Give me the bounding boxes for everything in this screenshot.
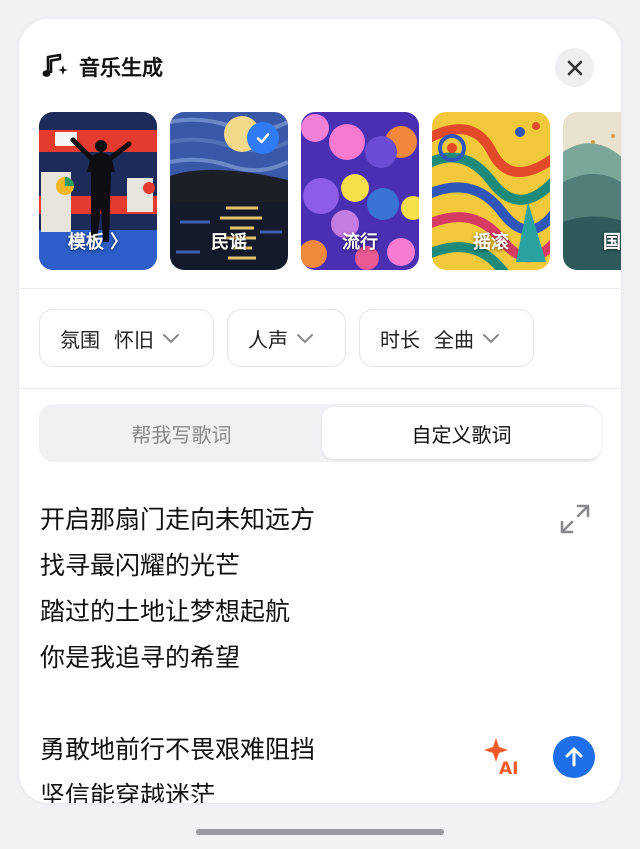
style-label: 流行 (342, 232, 378, 253)
lyric-line: 坚信能穿越迷茫 (40, 781, 216, 803)
page-title: 音乐生成 (79, 56, 163, 80)
style-tile-chinese[interactable]: 国 (563, 112, 621, 270)
style-tile-rock[interactable]: 摇滚 (432, 112, 550, 270)
filter-label: 氛围 (60, 327, 100, 352)
music-generation-panel: 音乐生成 模板 〉 民谣 流行 摇滚 国 氛围 怀旧 人声 时长 全曲 帮我写歌… (19, 19, 621, 803)
filter-label: 人声 (248, 327, 288, 352)
filter-value: 怀旧 (114, 327, 154, 352)
style-label: 民谣 (211, 232, 247, 253)
mood-filter[interactable]: 氛围 怀旧 (39, 309, 214, 367)
music-note-sparkle-icon (42, 53, 68, 77)
lyric-line: 开启那扇门走向未知远方 (40, 505, 316, 534)
lyric-line: 你是我追寻的希望 (40, 643, 241, 672)
tab-help-write-lyrics[interactable]: 帮我写歌词 (42, 407, 321, 459)
style-carousel: 模板 〉 民谣 流行 摇滚 国 (39, 112, 621, 270)
tab-custom-lyrics[interactable]: 自定义歌词 (322, 407, 601, 459)
panel-header: 音乐生成 (19, 19, 621, 111)
divider (19, 288, 621, 289)
style-tile-folk[interactable]: 民谣 (170, 112, 288, 270)
style-label: 模板 〉 (67, 232, 129, 253)
chevron-down-icon (297, 334, 313, 344)
close-button[interactable] (555, 48, 594, 87)
lyrics-mode-tabs: 帮我写歌词 自定义歌词 (39, 404, 601, 462)
expand-icon[interactable] (558, 502, 592, 536)
style-tile-template[interactable]: 模板 〉 (39, 112, 157, 270)
lyric-line: 勇敢地前行不畏艰难阻挡 (40, 735, 316, 764)
close-icon (567, 60, 582, 75)
style-label: 摇滚 (473, 232, 509, 253)
lyric-line: 找寻最闪耀的光芒 (40, 551, 241, 580)
vocal-filter[interactable]: 人声 (227, 309, 346, 367)
style-tile-pop[interactable]: 流行 (301, 112, 419, 270)
chevron-down-icon (483, 334, 499, 344)
lyrics-editor[interactable]: 开启那扇门走向未知远方 找寻最闪耀的光芒 踏过的土地让梦想起航 你是我追寻的希望… (40, 497, 520, 803)
selected-check-icon (247, 122, 279, 154)
chevron-down-icon (163, 334, 179, 344)
ai-label: AI (499, 759, 518, 778)
style-label: 国 (603, 232, 621, 253)
arrow-up-icon (565, 747, 583, 767)
filter-label: 时长 (380, 327, 420, 352)
lyric-line: 踏过的土地让梦想起航 (40, 597, 291, 626)
ai-sparkle-icon[interactable]: AI (482, 736, 524, 778)
filter-value: 全曲 (434, 327, 474, 352)
send-button[interactable] (553, 736, 595, 778)
home-indicator[interactable] (196, 829, 444, 835)
duration-filter[interactable]: 时长 全曲 (359, 309, 534, 367)
divider (19, 388, 621, 389)
lyric-blank-line (40, 681, 520, 729)
